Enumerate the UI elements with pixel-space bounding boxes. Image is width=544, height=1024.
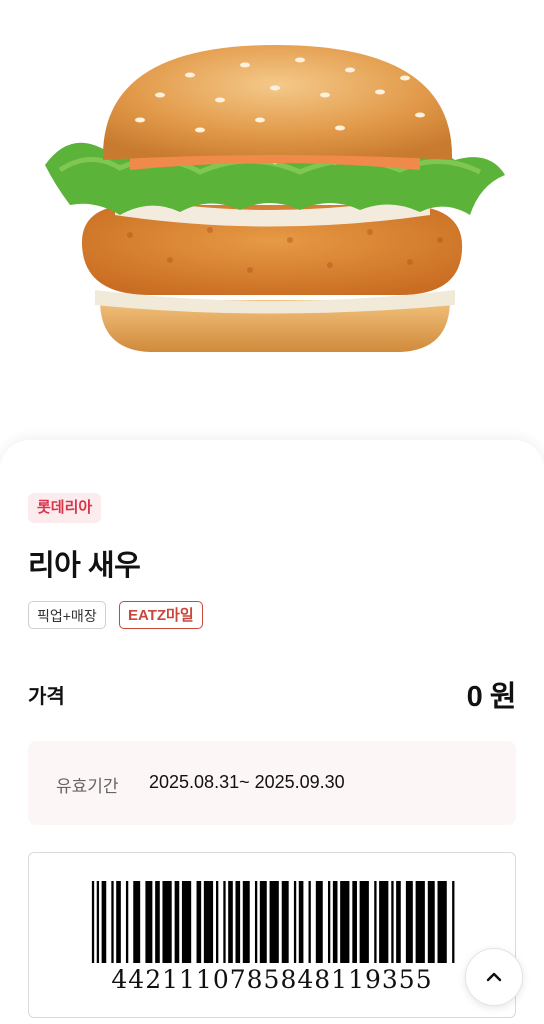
validity-label: 유효기간 bbox=[56, 777, 119, 796]
barcode-bar bbox=[359, 881, 369, 963]
barcode-bar bbox=[116, 881, 121, 963]
barcode-bar bbox=[196, 881, 202, 963]
scroll-to-top-button[interactable] bbox=[465, 948, 523, 1006]
barcode-bar bbox=[437, 881, 447, 963]
barcode-bar bbox=[391, 881, 394, 963]
barcode-bar bbox=[415, 881, 425, 963]
barcode-bar bbox=[101, 881, 107, 963]
product-image-area bbox=[0, 0, 544, 440]
barcode-bar bbox=[379, 881, 389, 963]
barcode-bar bbox=[332, 881, 338, 963]
barcode-bar bbox=[174, 881, 180, 963]
barcode-bar bbox=[254, 881, 258, 963]
barcode-bar bbox=[242, 881, 250, 963]
validity-box: 유효기간 2025.08.31~ 2025.09.30 bbox=[28, 741, 516, 825]
coupon-detail-sheet: 롯데리아 리아 새우 픽업+매장 EATZ마일 가격 0 원 유효기간 2025… bbox=[0, 440, 544, 1024]
barcode-bar bbox=[96, 881, 100, 963]
barcode-bar bbox=[396, 881, 401, 963]
barcode-bar bbox=[216, 881, 219, 963]
tag-pickup: 픽업+매장 bbox=[28, 601, 106, 629]
barcode-bar bbox=[308, 881, 311, 963]
barcode-bar bbox=[259, 881, 267, 963]
barcode-bar bbox=[181, 881, 192, 963]
shrimp-burger-image bbox=[45, 45, 505, 352]
product-name: 리아 새우 bbox=[28, 550, 141, 582]
barcode-bar bbox=[315, 881, 323, 963]
barcode-bar bbox=[155, 881, 160, 963]
price-label: 가격 bbox=[28, 686, 65, 708]
barcode-bar bbox=[162, 881, 172, 963]
barcode-bar bbox=[340, 881, 350, 963]
barcode-bar bbox=[111, 881, 114, 963]
barcode-bar bbox=[281, 881, 289, 963]
barcode-bar bbox=[293, 881, 297, 963]
barcode-bar bbox=[133, 881, 141, 963]
brand-badge: 롯데리아 bbox=[28, 493, 102, 523]
chevron-up-icon bbox=[486, 972, 502, 982]
barcode-bar bbox=[269, 881, 279, 963]
barcode-number: 4421110785848119355 bbox=[111, 965, 433, 994]
validity-period: 2025.08.31~ 2025.09.30 bbox=[149, 772, 345, 792]
barcode-bar bbox=[223, 881, 226, 963]
barcode-bar bbox=[235, 881, 241, 963]
barcode-bar bbox=[145, 881, 153, 963]
barcode-bar bbox=[327, 881, 331, 963]
price-value: 0 원 bbox=[466, 681, 517, 713]
barcode-bar bbox=[125, 881, 129, 963]
barcode-bar bbox=[298, 881, 304, 963]
barcode-card: 4421110785848119355 bbox=[28, 852, 516, 1018]
barcode-bar bbox=[91, 881, 95, 963]
barcode-bar bbox=[427, 881, 435, 963]
barcode-bar bbox=[228, 881, 233, 963]
barcode-bar bbox=[405, 881, 413, 963]
barcode-bar bbox=[203, 881, 214, 963]
tag-eatz-mile: EATZ마일 bbox=[119, 601, 203, 629]
barcode-bar bbox=[452, 881, 455, 963]
barcode-bar bbox=[374, 881, 377, 963]
barcode-bar bbox=[352, 881, 357, 963]
barcode-image bbox=[91, 881, 455, 963]
